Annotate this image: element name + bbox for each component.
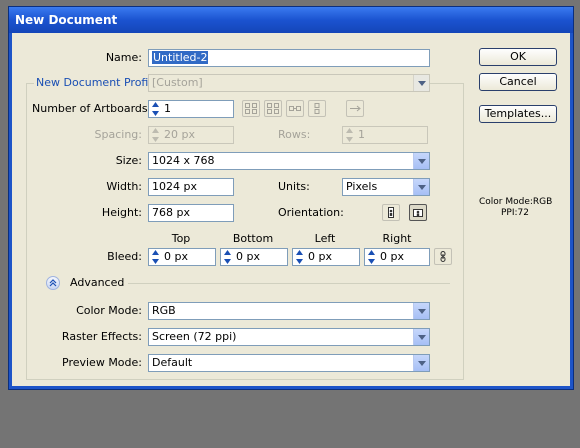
bleed-top-header: Top (171, 232, 191, 245)
color-mode-value: RGB (152, 304, 176, 317)
arrange-by-column-icon[interactable] (308, 100, 326, 117)
rows-field: 1 (342, 126, 428, 144)
bleed-top-field[interactable]: 0 px (148, 248, 216, 266)
collapse-advanced-icon[interactable] (46, 276, 60, 290)
info-ppi: PPI:72 (501, 208, 529, 218)
units-select[interactable]: Pixels (342, 178, 430, 196)
chevron-down-icon (413, 75, 429, 91)
artboards-value: 1 (164, 102, 171, 115)
spacing-label: Spacing: (94, 128, 142, 141)
bleed-left-field[interactable]: 0 px (292, 248, 360, 266)
raster-effects-label: Raster Effects: (61, 330, 142, 343)
link-bleed-icon[interactable] (434, 248, 452, 265)
size-label: Size: (115, 154, 142, 167)
spinner-icon[interactable] (222, 250, 233, 264)
layout-direction-icon[interactable] (346, 100, 364, 117)
landscape-orientation-icon[interactable] (409, 204, 427, 221)
profile-value: [Custom] (152, 76, 203, 89)
height-label: Height: (101, 206, 142, 219)
bleed-top-value: 0 px (164, 250, 188, 263)
profile-select: [Custom] (148, 74, 430, 92)
chevron-down-icon (413, 355, 429, 371)
rows-label: Rows: (278, 128, 311, 141)
spinner-icon[interactable] (366, 250, 377, 264)
advanced-divider (128, 283, 450, 284)
spinner-icon (150, 128, 161, 142)
arrange-by-row-icon[interactable] (286, 100, 304, 117)
bleed-bottom-header: Bottom (232, 232, 274, 245)
name-label: Name: (105, 51, 142, 64)
spinner-icon[interactable] (150, 250, 161, 264)
width-field[interactable]: 1024 px (148, 178, 234, 196)
ok-button[interactable]: OK (479, 48, 557, 66)
spinner-icon[interactable] (294, 250, 305, 264)
dialog-body: Name: Untitled-2 New Document Profile: [… (12, 33, 570, 386)
profile-label: New Document Profile: (34, 74, 164, 92)
grid-by-row-icon[interactable] (242, 100, 260, 117)
name-value: Untitled-2 (152, 51, 209, 64)
bleed-right-header: Right (382, 232, 412, 245)
units-value: Pixels (346, 180, 378, 193)
raster-effects-value: Screen (72 ppi) (152, 330, 237, 343)
chevron-down-icon (413, 153, 429, 169)
bleed-right-value: 0 px (380, 250, 404, 263)
color-mode-select[interactable]: RGB (148, 302, 430, 320)
size-value: 1024 x 768 (152, 154, 215, 167)
name-field[interactable]: Untitled-2 (148, 49, 430, 67)
preview-mode-select[interactable]: Default (148, 354, 430, 372)
new-document-dialog: New Document Name: Untitled-2 New Docume… (8, 6, 574, 390)
advanced-label: Advanced (70, 276, 125, 289)
bleed-bottom-value: 0 px (236, 250, 260, 263)
portrait-orientation-icon[interactable] (382, 204, 400, 221)
width-label: Width: (106, 180, 142, 193)
dialog-title: New Document (9, 7, 573, 33)
info-color-mode: Color Mode:RGB (479, 197, 553, 207)
color-mode-label: Color Mode: (76, 304, 142, 317)
bleed-right-field[interactable]: 0 px (364, 248, 430, 266)
spacing-field: 20 px (148, 126, 234, 144)
bleed-label: Bleed: (107, 250, 142, 263)
raster-effects-select[interactable]: Screen (72 ppi) (148, 328, 430, 346)
height-value: 768 px (152, 206, 190, 219)
artboards-field[interactable]: 1 (148, 100, 234, 118)
chevron-down-icon (413, 179, 429, 195)
spinner-icon (344, 128, 355, 142)
height-field[interactable]: 768 px (148, 204, 234, 222)
templates-button[interactable]: Templates... (479, 105, 557, 123)
units-label: Units: (278, 180, 310, 193)
chevron-down-icon (413, 303, 429, 319)
bleed-bottom-field[interactable]: 0 px (220, 248, 288, 266)
artboards-label: Number of Artboards: (32, 102, 152, 115)
rows-value: 1 (358, 128, 365, 141)
spinner-icon[interactable] (150, 102, 161, 116)
grid-by-column-icon[interactable] (264, 100, 282, 117)
preview-mode-label: Preview Mode: (62, 356, 142, 369)
orientation-label: Orientation: (278, 206, 344, 219)
size-select[interactable]: 1024 x 768 (148, 152, 430, 170)
preview-mode-value: Default (152, 356, 193, 369)
bleed-left-header: Left (314, 232, 336, 245)
bleed-left-value: 0 px (308, 250, 332, 263)
chevron-down-icon (413, 329, 429, 345)
spacing-value: 20 px (164, 128, 195, 141)
width-value: 1024 px (152, 180, 197, 193)
cancel-button[interactable]: Cancel (479, 73, 557, 91)
